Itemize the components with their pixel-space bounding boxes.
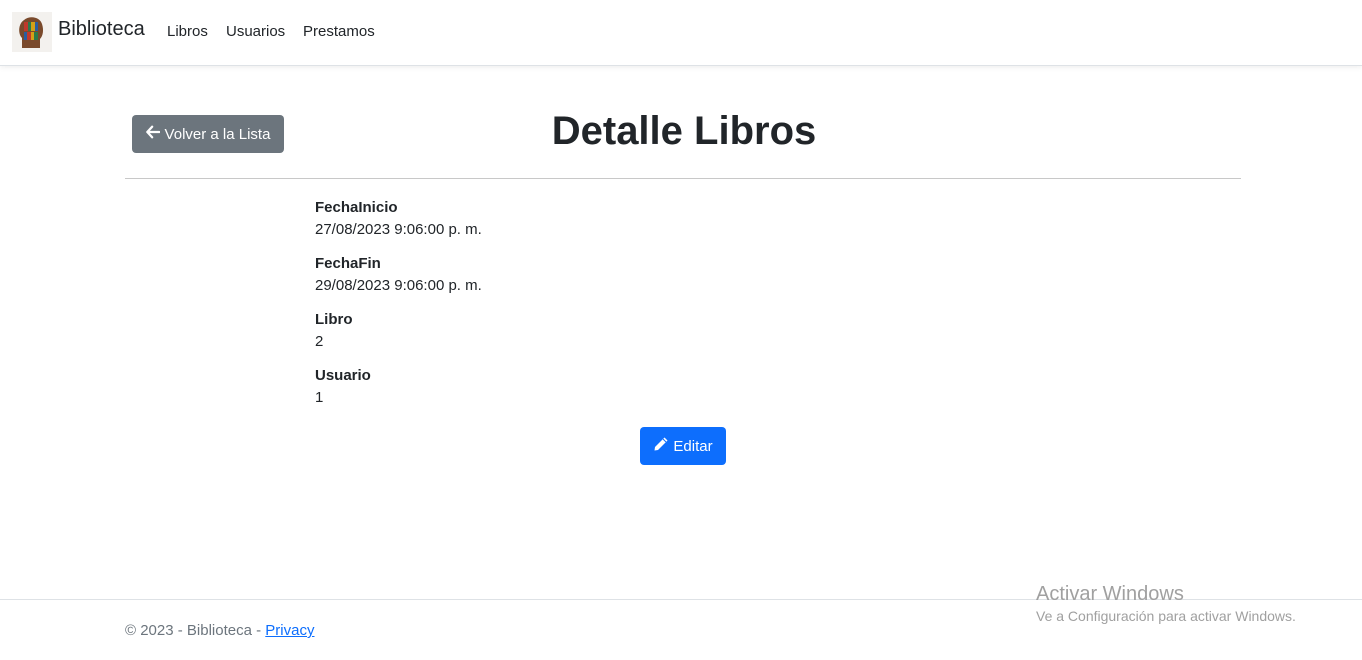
footer-copyright: © 2023 - Biblioteca - Privacy bbox=[125, 622, 314, 639]
nav-link-libros[interactable]: Libros bbox=[167, 23, 208, 40]
detail-value-fechainicio: 27/08/2023 9:06:00 p. m. bbox=[315, 221, 482, 238]
edit-label: Editar bbox=[673, 437, 713, 455]
divider bbox=[125, 178, 1241, 179]
edit-button[interactable]: Editar bbox=[640, 427, 726, 465]
brand-title[interactable]: Biblioteca bbox=[58, 18, 145, 41]
nav-link-prestamos[interactable]: Prestamos bbox=[303, 23, 375, 40]
detail-list: FechaInicio 27/08/2023 9:06:00 p. m. Fec… bbox=[315, 198, 915, 422]
nav-link-usuarios[interactable]: Usuarios bbox=[226, 23, 285, 40]
brand-logo[interactable] bbox=[12, 12, 52, 52]
detail-label-libro: Libro bbox=[315, 311, 353, 328]
privacy-link[interactable]: Privacy bbox=[265, 622, 314, 639]
detail-value-fechafin: 29/08/2023 9:06:00 p. m. bbox=[315, 277, 482, 294]
navbar: Biblioteca Libros Usuarios Prestamos bbox=[0, 0, 1362, 66]
detail-label-fechafin: FechaFin bbox=[315, 255, 381, 272]
windows-activation-title: Activar Windows bbox=[1036, 583, 1184, 605]
page-title: Detalle Libros bbox=[551, 109, 817, 153]
pencil-icon bbox=[653, 436, 669, 456]
detail-label-fechainicio: FechaInicio bbox=[315, 199, 398, 216]
footer-copyright-text: © 2023 - Biblioteca - bbox=[125, 622, 266, 639]
detail-value-usuario: 1 bbox=[315, 389, 324, 406]
detail-value-libro: 2 bbox=[315, 333, 324, 350]
detail-label-usuario: Usuario bbox=[315, 367, 371, 384]
windows-activation-subtitle: Ve a Configuración para activar Windows. bbox=[1036, 608, 1296, 624]
